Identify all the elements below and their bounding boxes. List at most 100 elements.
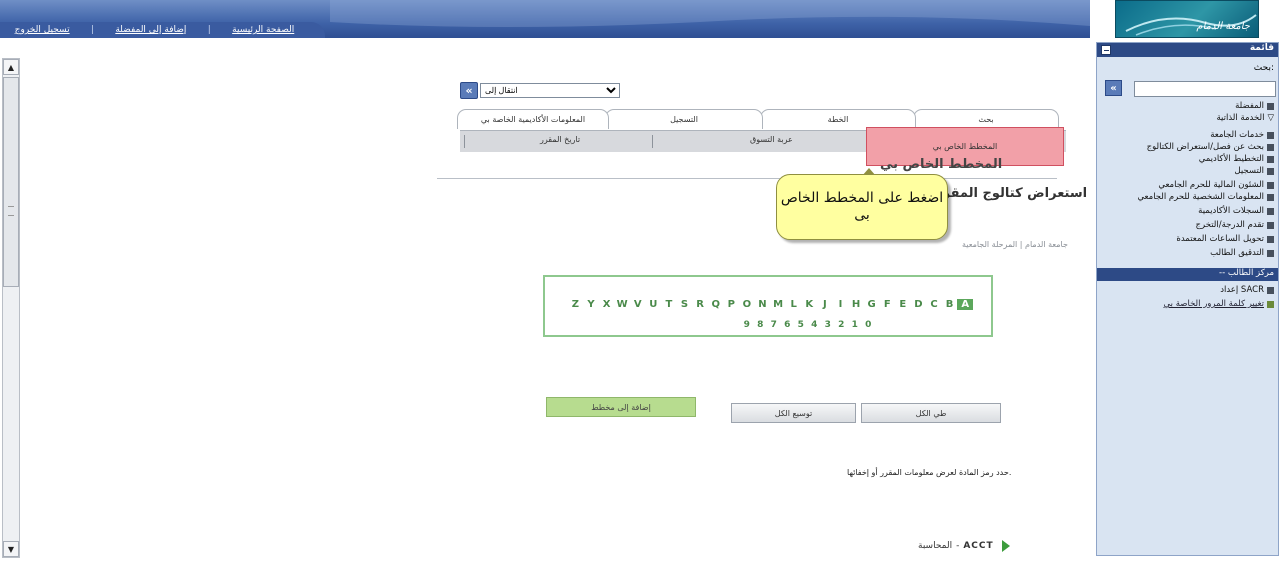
menu-item-academic-planning[interactable]: التخطيط الأكاديمي <box>1199 154 1274 164</box>
letter-link[interactable]: X <box>599 299 615 310</box>
digit-link[interactable]: 3 <box>821 320 835 330</box>
search-go-icon[interactable]: « <box>1105 80 1122 96</box>
menu-item-label: تقدم الدرجة/التخرج <box>1195 220 1264 230</box>
letter-link[interactable]: H <box>848 299 864 310</box>
breadcrumb: جامعة الدمام | المرحلة الجامعية <box>962 240 1068 249</box>
menu-search-input[interactable] <box>1134 81 1276 97</box>
expand-all-button[interactable]: توسيع الكل <box>731 403 856 423</box>
letter-link[interactable]: U <box>646 299 662 310</box>
letter-link[interactable]: Q <box>708 299 724 310</box>
menu-item-enrollment[interactable]: التسجيل <box>1234 166 1274 176</box>
digit-link[interactable]: 4 <box>808 320 822 330</box>
go-double-arrow-icon[interactable]: « <box>460 82 478 99</box>
logo-text: جامعة الدمام <box>1196 21 1250 32</box>
add-to-planner-button[interactable]: إضافة إلى مخطط <box>546 397 696 417</box>
digit-link[interactable]: 8 <box>754 320 768 330</box>
vertical-scrollbar[interactable]: ▲ ▼ <box>2 58 20 558</box>
letter-link[interactable]: O <box>739 299 755 310</box>
scroll-down-icon[interactable]: ▼ <box>3 541 19 557</box>
expand-triangle-icon[interactable] <box>1001 540 1010 552</box>
folder-icon <box>1267 193 1274 201</box>
menu-item-sacr-setup[interactable]: إعداد SACR <box>1220 285 1274 295</box>
folder-icon <box>1267 167 1274 175</box>
search-label: بحث: <box>1253 63 1274 73</box>
main-tabs: بحث الخطة التسجيل المعلومات الأكاديمية ا… <box>455 109 1065 129</box>
folder-icon <box>1267 181 1274 189</box>
letter-link[interactable]: A <box>957 299 973 310</box>
add-to-favorites-link[interactable]: إضافة إلى المفضلة <box>115 25 186 35</box>
folder-icon <box>1267 155 1274 163</box>
subject-name: المحاسبة <box>918 541 953 551</box>
subject-row[interactable]: المحاسبة - ACCT <box>918 540 1010 552</box>
menu-item-campus-personal-info[interactable]: المعلومات الشخصية للحرم الجامعي <box>1137 192 1274 202</box>
folder-icon <box>1267 221 1274 229</box>
tab-enroll[interactable]: التسجيل <box>605 109 763 129</box>
menu-item-transfer-credit[interactable]: تحويل الساعات المعتمدة <box>1176 234 1274 244</box>
menu-item-label: الخدمة الذاتية <box>1216 113 1265 123</box>
menu-item-label: إعداد SACR <box>1220 285 1264 295</box>
scroll-up-icon[interactable]: ▲ <box>3 59 19 75</box>
menu-item-change-password[interactable]: تغيير كلمة المرور الخاصة بي <box>1164 299 1274 309</box>
letter-link[interactable]: R <box>692 299 708 310</box>
menu-item-university-services[interactable]: خدمات الجامعة <box>1210 130 1274 140</box>
menu-item-label: السجلات الأكاديمية <box>1198 206 1264 216</box>
letter-link[interactable]: N <box>755 299 771 310</box>
letter-link[interactable]: D <box>911 299 927 310</box>
menu-header: قائمة <box>1097 43 1278 57</box>
letter-link[interactable]: T <box>661 299 677 310</box>
letter-link[interactable]: J <box>817 299 833 310</box>
letter-link[interactable]: Y <box>583 299 599 310</box>
digit-link[interactable]: 1 <box>848 320 862 330</box>
menu-item-label: المعلومات الشخصية للحرم الجامعي <box>1137 192 1264 202</box>
digit-link[interactable]: 2 <box>835 320 849 330</box>
letter-link[interactable]: E <box>895 299 911 310</box>
subtab-course-history[interactable]: تاريخ المقرر <box>540 135 580 144</box>
instruction-text: حدد رمز المادة لعرض معلومات المقرر أو إخ… <box>847 468 1012 477</box>
tab-search[interactable]: بحث <box>913 109 1059 129</box>
collapse-all-button[interactable]: طي الكل <box>861 403 1001 423</box>
tab-plan[interactable]: الخطة <box>760 109 916 129</box>
digit-link[interactable]: 5 <box>794 320 808 330</box>
letter-link[interactable]: B <box>942 299 958 310</box>
scroll-thumb[interactable] <box>3 77 19 287</box>
digit-link[interactable]: 6 <box>781 320 795 330</box>
folder-icon <box>1267 131 1274 139</box>
logout-link[interactable]: تسجيل الخروج <box>15 25 70 35</box>
menu-item-academic-records[interactable]: السجلات الأكاديمية <box>1198 206 1274 216</box>
letter-link[interactable]: L <box>786 299 802 310</box>
folder-icon <box>1267 235 1274 243</box>
menu-item-class-search[interactable]: بحث عن فصل/استعراض الكتالوج <box>1147 142 1274 152</box>
collapse-menu-icon[interactable] <box>1101 45 1111 55</box>
tab-my-academics[interactable]: المعلومات الأكاديمية الخاصة بي <box>457 109 609 129</box>
goto-select[interactable]: انتقال إلى <box>480 83 620 98</box>
subtab-shopping-cart[interactable]: عربة التسوق <box>750 135 793 144</box>
letter-link[interactable]: M <box>770 299 786 310</box>
menu-item-label: المفضلة <box>1235 101 1264 111</box>
side-menu: قائمة بحث: « المفضلة الخدمة الذاتية ▽ خدم… <box>1096 42 1279 556</box>
university-logo: جامعة الدمام <box>1115 0 1259 38</box>
menu-item-favorites[interactable]: المفضلة <box>1235 101 1274 111</box>
home-link[interactable]: الصفحة الرئيسية <box>232 25 294 35</box>
letter-link[interactable]: S <box>677 299 693 310</box>
letter-link[interactable]: I <box>833 299 849 310</box>
letter-link[interactable]: V <box>630 299 646 310</box>
menu-item-label: التدقيق الطالب <box>1210 248 1264 258</box>
menu-item-student-center[interactable]: -- مركز الطالب <box>1097 268 1278 281</box>
letter-link[interactable]: K <box>801 299 817 310</box>
letter-link[interactable]: C <box>926 299 942 310</box>
link-icon <box>1267 300 1274 308</box>
letter-link[interactable]: F <box>879 299 895 310</box>
letter-link[interactable]: P <box>724 299 740 310</box>
letter-link[interactable]: Z <box>568 299 584 310</box>
digit-row: 9876543210 <box>545 320 875 330</box>
menu-item-degree-progress[interactable]: تقدم الدرجة/التخرج <box>1196 220 1274 230</box>
digit-link[interactable]: 7 <box>767 320 781 330</box>
digit-link[interactable]: 0 <box>862 320 876 330</box>
menu-item-campus-finances[interactable]: الشئون المالية للحرم الجامعي <box>1158 180 1274 190</box>
menu-item-label: الشئون المالية للحرم الجامعي <box>1158 180 1264 190</box>
menu-item-self-service[interactable]: الخدمة الذاتية ▽ <box>1216 113 1274 123</box>
letter-link[interactable]: G <box>864 299 880 310</box>
letter-link[interactable]: W <box>614 299 630 310</box>
menu-item-student-audit[interactable]: التدقيق الطالب <box>1210 248 1274 258</box>
digit-link[interactable]: 9 <box>740 320 754 330</box>
